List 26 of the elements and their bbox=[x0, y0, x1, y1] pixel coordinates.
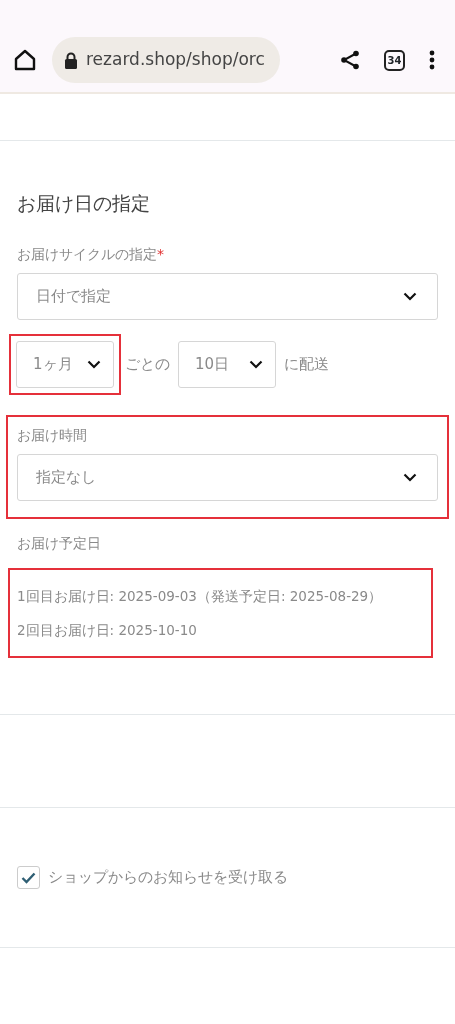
delivery-text: に配送 bbox=[284, 353, 329, 375]
interval-select[interactable]: 1ヶ月 bbox=[16, 340, 114, 388]
checkmark-icon bbox=[21, 871, 36, 884]
day-select[interactable]: 10日 bbox=[178, 340, 276, 388]
field-label: お届けサイクルの指定 bbox=[17, 244, 157, 264]
required-mark: * bbox=[157, 244, 164, 264]
interval-text: ごとの bbox=[125, 353, 170, 375]
schedule-date: 1回目お届け日: 2025-09-03（発送予定日: 2025-08-29） bbox=[17, 586, 384, 606]
cycle-select[interactable]: 日付で指定 bbox=[17, 272, 438, 320]
field-label: お届け予定日 bbox=[17, 533, 102, 553]
checkbox[interactable] bbox=[17, 866, 40, 889]
tab-count-button[interactable]: 34 bbox=[384, 49, 405, 71]
chevron-down-icon bbox=[87, 359, 101, 369]
address-bar[interactable]: rezard.shop/shop/orc bbox=[52, 37, 280, 83]
time-select[interactable]: 指定なし bbox=[17, 453, 438, 501]
chevron-down-icon bbox=[403, 472, 417, 482]
share-icon[interactable] bbox=[340, 50, 360, 70]
chevron-down-icon bbox=[403, 291, 417, 301]
home-icon[interactable] bbox=[14, 49, 36, 71]
checkbox-label: ショップからのお知らせを受け取る bbox=[48, 867, 288, 889]
chevron-down-icon bbox=[249, 359, 263, 369]
schedule-date: 2回目お届け日: 2025-10-10 bbox=[17, 620, 198, 640]
menu-icon[interactable] bbox=[429, 50, 435, 70]
lock-icon bbox=[64, 51, 78, 69]
section-title: お届け日の指定 bbox=[17, 191, 151, 216]
field-label: お届け時間 bbox=[17, 425, 88, 445]
